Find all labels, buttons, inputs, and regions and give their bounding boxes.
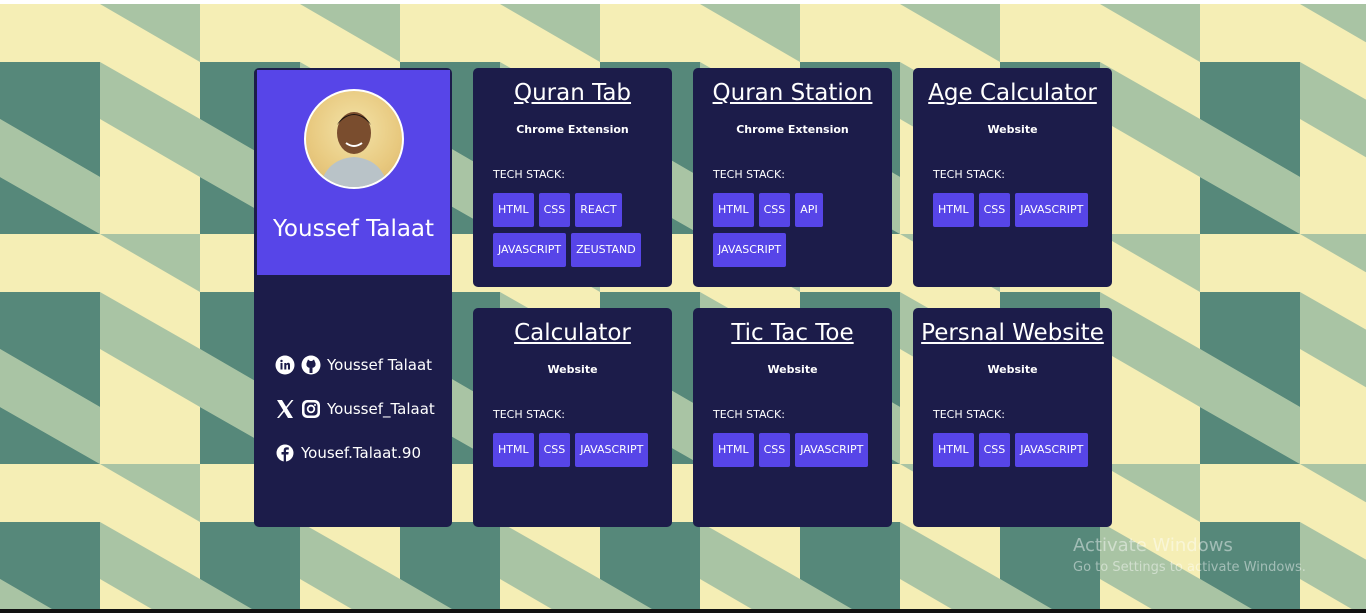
project-card: Age Calculator Website TECH STACK: HTML … (913, 68, 1112, 287)
profile-card: Youssef Talaat Youssef Talaat Youssef_Ta… (254, 68, 452, 527)
tech-badge: HTML (933, 193, 974, 227)
tech-stack-list: HTML CSS REACT JAVASCRIPT ZEUSTAND (493, 193, 665, 267)
project-type: Chrome Extension (736, 123, 849, 136)
tech-badge: CSS (758, 433, 791, 467)
tech-badge: JAVASCRIPT (575, 433, 649, 467)
avatar (304, 89, 404, 189)
project-card: Quran Tab Chrome Extension TECH STACK: H… (473, 68, 672, 287)
project-card: Quran Station Chrome Extension TECH STAC… (693, 68, 892, 287)
facebook-handle[interactable]: Yousef.Talaat.90 (301, 444, 421, 462)
project-card: Persnal Website Website TECH STACK: HTML… (913, 308, 1112, 527)
project-type: Chrome Extension (516, 123, 629, 136)
project-title-link[interactable]: Persnal Website (913, 320, 1112, 346)
tech-badge: HTML (493, 193, 534, 227)
linkedin-icon[interactable] (275, 355, 295, 375)
tech-stack-list: HTML CSS JAVASCRIPT (933, 193, 1105, 227)
github-icon[interactable] (301, 355, 321, 375)
profile-header: Youssef Talaat (257, 70, 450, 275)
tech-stack-list: HTML CSS API JAVASCRIPT (713, 193, 885, 267)
tech-badge: ZEUSTAND (571, 233, 641, 267)
linkedin-github-handle[interactable]: Youssef Talaat (327, 356, 432, 374)
instagram-icon[interactable] (301, 399, 321, 419)
tech-badge: REACT (575, 193, 622, 227)
facebook-icon[interactable] (275, 443, 295, 463)
project-type: Website (987, 123, 1038, 136)
tech-badge: HTML (933, 433, 974, 467)
social-row-linkedin-github[interactable]: Youssef Talaat (275, 355, 432, 375)
project-title-link[interactable]: Calculator (473, 320, 672, 346)
social-row-x-instagram[interactable]: Youssef_Talaat (275, 399, 435, 419)
tech-badge: CSS (758, 193, 791, 227)
tech-badge: CSS (538, 433, 571, 467)
tech-stack-label: TECH STACK: (493, 168, 565, 181)
social-row-facebook[interactable]: Yousef.Talaat.90 (275, 443, 421, 463)
tech-stack-list: HTML CSS JAVASCRIPT (933, 433, 1105, 467)
project-type: Website (987, 363, 1038, 376)
tech-badge: JAVASCRIPT (1015, 433, 1089, 467)
project-type: Website (547, 363, 598, 376)
tech-badge: CSS (978, 433, 1011, 467)
profile-name: Youssef Talaat (272, 216, 435, 242)
activate-windows-watermark-subtitle: Go to Settings to activate Windows. (1073, 560, 1306, 575)
tech-stack-list: HTML CSS JAVASCRIPT (713, 433, 885, 467)
tech-badge: HTML (713, 193, 754, 227)
tech-stack-label: TECH STACK: (933, 168, 1005, 181)
project-title-link[interactable]: Tic Tac Toe (693, 320, 892, 346)
project-card: Calculator Website TECH STACK: HTML CSS … (473, 308, 672, 527)
x-instagram-handle[interactable]: Youssef_Talaat (327, 400, 435, 418)
project-title-link[interactable]: Quran Tab (473, 80, 672, 106)
activate-windows-watermark-title: Activate Windows (1073, 535, 1233, 556)
isometric-background-pattern (0, 4, 1366, 609)
tech-stack-label: TECH STACK: (713, 168, 785, 181)
x-icon[interactable] (275, 399, 295, 419)
tech-stack-label: TECH STACK: (493, 408, 565, 421)
project-type: Website (767, 363, 818, 376)
tech-badge: JAVASCRIPT (1015, 193, 1089, 227)
tech-badge: JAVASCRIPT (493, 233, 567, 267)
person-photo (320, 112, 388, 187)
project-title-link[interactable]: Age Calculator (913, 80, 1112, 106)
tech-badge: CSS (978, 193, 1011, 227)
project-card: Tic Tac Toe Website TECH STACK: HTML CSS… (693, 308, 892, 527)
tech-badge: HTML (493, 433, 534, 467)
tech-badge: HTML (713, 433, 754, 467)
tech-badge: JAVASCRIPT (713, 233, 787, 267)
tech-badge: CSS (538, 193, 571, 227)
project-title-link[interactable]: Quran Station (693, 80, 892, 106)
window-bottom-edge (0, 609, 1366, 613)
tech-badge: JAVASCRIPT (795, 433, 869, 467)
tech-stack-list: HTML CSS JAVASCRIPT (493, 433, 665, 467)
tech-stack-label: TECH STACK: (713, 408, 785, 421)
tech-badge: API (795, 193, 823, 227)
tech-stack-label: TECH STACK: (933, 408, 1005, 421)
